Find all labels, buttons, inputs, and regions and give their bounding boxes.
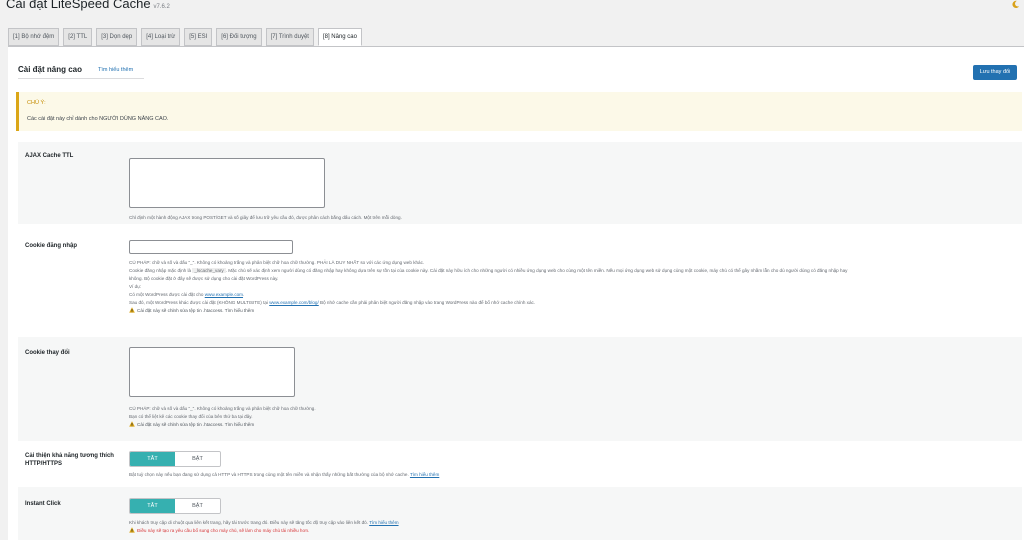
page-header: Cài đặt LiteSpeed Cache v7.6.2	[0, 0, 1024, 24]
instant-click-warning: Điều này sẽ tạo ra yêu cầu bổ sung cho m…	[129, 527, 309, 534]
http-compat-learn-more-link[interactable]: Tìm hiểu thêm	[410, 472, 439, 477]
instant-click-row: Instant Click TẮT BẬT Khi khách truy cập…	[18, 487, 1022, 540]
vary-cookie-warning-text: Cài đặt này sẽ chỉnh sửa tệp tin .htacce…	[137, 422, 224, 427]
ajax-cache-ttl-label: AJAX Cache TTL	[25, 153, 74, 159]
http-compat-desc-text: Bật tuỳ chọn này nếu bạn đang sử dụng cả…	[129, 472, 409, 477]
login-cookie-desc-5: Có một WordPress được cài đặt cho www.ex…	[129, 291, 244, 298]
login-cookie-warning-text: Cài đặt này sẽ chỉnh sửa tệp tin .htacce…	[137, 308, 224, 313]
login-cookie-learn-more-link[interactable]: Tìm hiểu thêm	[225, 308, 254, 313]
login-cookie-desc-2-post: . Mặc chủ sẽ xác định xem người dùng có …	[225, 268, 848, 273]
login-cookie-desc-6-pre: Sau đó, một WordPress khác được cài đặt …	[129, 300, 268, 305]
tab-esi[interactable]: [5] ESI	[184, 28, 213, 46]
tab-excludes[interactable]: [4] Loại trừ	[141, 28, 181, 46]
vary-cookie-warning: Cài đặt này sẽ chỉnh sửa tệp tin .htacce…	[129, 421, 254, 428]
save-changes-button[interactable]: Lưu thay đổi	[973, 65, 1017, 80]
warning-icon	[129, 527, 135, 533]
instant-click-toggle-off-option[interactable]: TẮT	[130, 499, 175, 513]
settings-tabs: [1] Bộ nhớ đệm [2] TTL [3] Dọn dẹp [4] L…	[8, 28, 366, 46]
instant-click-learn-more-link[interactable]: Tìm hiểu thêm	[369, 520, 398, 525]
vary-cookie-row: Cookie thay đổi CÚ PHÁP: chữ và số và dấ…	[18, 337, 1022, 441]
http-compat-row: Cải thiện khả năng tương thích HTTP/HTTP…	[18, 441, 1022, 487]
http-compat-label: Cải thiện khả năng tương thích HTTP/HTTP…	[25, 452, 114, 468]
login-cookie-desc-5-pre: Có một WordPress được cài đặt cho	[129, 292, 204, 297]
notice-text: Các cài đặt này chỉ dành cho NGƯỜI DÙNG …	[27, 116, 169, 122]
tab-cache[interactable]: [1] Bộ nhớ đệm	[8, 28, 60, 46]
tab-object[interactable]: [6] Đối tượng	[216, 28, 262, 46]
example-com-blog-link[interactable]: www.example.com/blog/	[269, 300, 319, 305]
instant-click-label: Instant Click	[25, 501, 61, 507]
tab-ttl[interactable]: [2] TTL	[63, 28, 93, 46]
tab-purge[interactable]: [3] Dọn dẹp	[96, 28, 138, 46]
warning-icon	[129, 421, 135, 427]
login-cookie-desc-4: Ví dụ:	[129, 284, 142, 289]
warning-icon	[129, 307, 135, 313]
http-compat-label-line-1: Cải thiện khả năng tương thích	[25, 453, 114, 459]
section-learn-more-link[interactable]: Tìm hiểu thêm	[98, 67, 133, 73]
instant-click-toggle-on-option[interactable]: BẬT	[175, 499, 220, 513]
login-cookie-desc-3: không. Bộ cookie đặt ở đây sẽ được sử dụ…	[129, 276, 279, 281]
instant-click-toggle[interactable]: TẮT BẬT	[129, 498, 221, 514]
settings-panel: Cài đặt nâng cao Tìm hiểu thêm Lưu thay …	[8, 46, 1024, 540]
section-underline	[18, 78, 144, 79]
instant-click-description: Khi khách truy cập di chuột qua liên kết…	[129, 519, 399, 526]
ajax-cache-ttl-description: Chỉ định một hành động AJAX trong POST/G…	[129, 215, 402, 220]
vary-cookie-learn-more-link[interactable]: Tìm hiểu thêm	[225, 422, 254, 427]
http-compat-description: Bật tuỳ chọn này nếu bạn đang sử dụng cả…	[129, 471, 439, 478]
login-cookie-desc-2: Cookie đăng nhập mặc định là _lscache_va…	[129, 267, 847, 274]
vary-cookie-label: Cookie thay đổi	[25, 350, 70, 356]
example-com-link[interactable]: www.example.com	[205, 292, 243, 297]
section-title: Cài đặt nâng cao	[18, 65, 83, 74]
page-title: Cài đặt LiteSpeed Cache v7.6.2	[6, 0, 170, 11]
ajax-cache-ttl-row: AJAX Cache TTL Chỉ định một hành động AJ…	[18, 142, 1022, 224]
login-cookie-desc-2-pre: Cookie đăng nhập mặc định là	[129, 268, 192, 273]
http-compat-toggle[interactable]: TẮT BẬT	[129, 451, 221, 467]
login-cookie-warning: Cài đặt này sẽ chỉnh sửa tệp tin .htacce…	[129, 307, 254, 314]
version-label: v7.6.2	[153, 4, 170, 10]
tab-advanced[interactable]: [8] Nâng cao	[317, 28, 362, 46]
ajax-cache-ttl-textarea[interactable]	[129, 158, 325, 208]
http-compat-toggle-on-option[interactable]: BẬT	[175, 452, 220, 466]
login-cookie-desc-6-post: Bộ nhớ cache cần phải phân biệt người đă…	[318, 300, 536, 305]
login-cookie-label: Cookie đăng nhập	[25, 243, 78, 249]
page-title-text: Cài đặt LiteSpeed Cache	[6, 0, 151, 11]
login-cookie-input[interactable]	[129, 240, 293, 254]
notice-title: CHÚ Ý:	[27, 100, 46, 106]
notice-box: CHÚ Ý: Các cài đặt này chỉ dành cho NGƯỜ…	[16, 92, 1022, 131]
instant-click-warning-text: Điều này sẽ tạo ra yêu cầu bổ sung cho m…	[137, 528, 310, 533]
http-compat-toggle-off-option[interactable]: TẮT	[130, 452, 175, 466]
login-cookie-row: Cookie đăng nhập CÚ PHÁP: chữ và số và d…	[18, 233, 1022, 337]
moon-icon[interactable]	[1011, 0, 1020, 9]
login-cookie-desc-6: Sau đó, một WordPress khác được cài đặt …	[129, 299, 535, 306]
tab-browser[interactable]: [7] Trình duyệt	[265, 28, 314, 46]
login-cookie-desc-1: CÚ PHÁP: chữ và số và dấu "_". Không có …	[129, 260, 425, 265]
vary-cookie-desc-2: Bạn có thể liệt kê các cookie thay đổi c…	[129, 414, 253, 419]
login-cookie-desc-5-post: .	[243, 292, 245, 297]
vary-cookie-desc-1: CÚ PHÁP: chữ và số và dấu "_". Không có …	[129, 406, 316, 411]
instant-click-desc-text: Khi khách truy cập di chuột qua liên kết…	[129, 520, 368, 525]
vary-cookie-textarea[interactable]	[129, 347, 295, 397]
http-compat-label-line-2: HTTP/HTTPS	[25, 461, 62, 467]
login-cookie-default-code: _lscache_vary	[192, 268, 226, 273]
